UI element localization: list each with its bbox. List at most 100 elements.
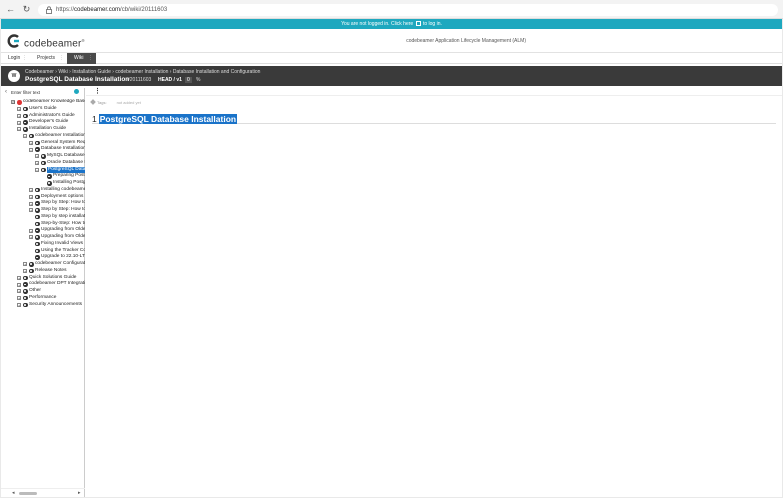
- tree-item[interactable]: − Database Installation and Configuration: [1, 146, 85, 153]
- codebeamer-logo-icon[interactable]: [7, 34, 21, 48]
- wiki-page-icon: [35, 140, 40, 146]
- tree-toggle-icon[interactable]: ⊟: [11, 100, 15, 105]
- tab-wiki[interactable]: Wiki ⋮: [67, 53, 96, 64]
- tree-toggle-icon[interactable]: −: [17, 127, 21, 132]
- tree-item[interactable]: − Installation Guide: [1, 126, 85, 133]
- tree-toggle-icon[interactable]: +: [29, 208, 33, 213]
- wiki-page-icon: [35, 214, 40, 220]
- tab-menu-icon[interactable]: ⋮: [22, 53, 27, 64]
- tab-projects[interactable]: Projects ⋮: [30, 53, 67, 64]
- tree-item[interactable]: + codebeamer DPT Integration: [1, 281, 85, 288]
- tree-item[interactable]: + Upgrading from Older Releases: [1, 234, 85, 241]
- tree-item[interactable]: + codebeamer Configuration: [1, 261, 85, 268]
- tree-item[interactable]: Step by step installation: [1, 214, 85, 221]
- tags-value[interactable]: not added yet: [117, 100, 141, 105]
- reload-icon[interactable]: ↻: [21, 4, 32, 15]
- tree-item-label[interactable]: Step by step installation: [41, 214, 85, 221]
- tree-item-label[interactable]: MySQL Database Installation: [47, 153, 85, 160]
- tab-login[interactable]: Login ⋮: [1, 53, 30, 64]
- tree-item-label[interactable]: Fixing Invalid Views: [41, 241, 83, 248]
- tree-toggle-icon[interactable]: +: [17, 289, 21, 294]
- tree-item[interactable]: + Release Notes: [1, 268, 85, 275]
- tree-item-label[interactable]: Step by Step: How to install: [41, 200, 85, 207]
- tree-toggle-icon[interactable]: +: [29, 140, 33, 145]
- scroll-left-icon[interactable]: ◂: [12, 490, 15, 496]
- collapse-panel-icon[interactable]: ‹: [5, 88, 7, 96]
- tree-item-label[interactable]: Performance: [29, 295, 56, 302]
- breadcrumb[interactable]: Codebeamer › Wiki › Installation Guide ›…: [25, 69, 260, 75]
- tree-item-label[interactable]: Preparing PostgreSQL: [53, 173, 85, 180]
- tree-toggle-icon[interactable]: −: [29, 147, 33, 152]
- tree-item[interactable]: + Other: [1, 288, 85, 295]
- tree-item-label[interactable]: Upgrade to 22.10-LTS: [41, 254, 85, 261]
- tree-toggle-icon[interactable]: +: [29, 194, 33, 199]
- login-link-icon[interactable]: [415, 21, 421, 26]
- tree-item-label[interactable]: Security Announcements: [29, 302, 82, 309]
- tree-item-label[interactable]: codebeamer Knowledge Base: [23, 99, 85, 106]
- tree-item[interactable]: + Security Announcements: [1, 302, 85, 309]
- tree-toggle-icon[interactable]: +: [35, 154, 39, 159]
- tree-toggle-icon[interactable]: +: [29, 201, 33, 206]
- tree-toggle-icon[interactable]: +: [17, 107, 21, 112]
- tree-item[interactable]: + Step by Step: How to upgrade: [1, 207, 85, 214]
- url-text[interactable]: https://codebeamer.com/cb/wiki/20111603: [56, 6, 167, 14]
- tree-item[interactable]: ⊟ codebeamer Knowledge Base: [1, 99, 85, 106]
- tree-toggle-icon[interactable]: +: [17, 296, 21, 301]
- tab-menu-icon[interactable]: ⋮: [59, 53, 64, 64]
- tree-toggle-icon[interactable]: +: [35, 161, 39, 166]
- tree-toggle-icon[interactable]: +: [17, 120, 21, 125]
- tree-item-label[interactable]: Release Notes: [35, 268, 66, 275]
- tree-item[interactable]: Installing PostgreSQL: [1, 180, 85, 187]
- comment-count-badge[interactable]: 0: [185, 77, 192, 83]
- tree-item-label[interactable]: Oracle Database Installation: [47, 160, 85, 167]
- tree-item[interactable]: Upgrade to 22.10-LTS: [1, 254, 85, 261]
- tree-item[interactable]: Fixing Invalid Views: [1, 241, 85, 248]
- tree-item-label[interactable]: Upgrading from Older Versions: [41, 227, 85, 234]
- permalink-icon[interactable]: %: [196, 77, 200, 83]
- tree-item-label[interactable]: codebeamer Configuration: [35, 261, 85, 268]
- horizontal-scrollbar[interactable]: ◂ ▸: [1, 488, 85, 496]
- tree-item-label[interactable]: Step by Step: How to upgrade: [41, 207, 85, 214]
- tree-item-label[interactable]: Upgrading from Older Releases: [41, 234, 85, 241]
- tree-item[interactable]: + MySQL Database Installation: [1, 153, 85, 160]
- tree-item-label[interactable]: Installing PostgreSQL: [53, 180, 85, 187]
- tree-item[interactable]: + Upgrading from Older Versions: [1, 227, 85, 234]
- version-badge[interactable]: HEAD / v1: [158, 77, 182, 83]
- tree-toggle-icon[interactable]: +: [17, 275, 21, 280]
- tree-toggle-icon[interactable]: +: [29, 188, 33, 193]
- scrollbar-thumb[interactable]: [19, 492, 37, 495]
- back-arrow-icon[interactable]: ←: [5, 4, 16, 15]
- tree-item-label[interactable]: Developer's Guide: [29, 119, 68, 126]
- tree-toggle-icon[interactable]: +: [17, 113, 21, 118]
- tree-toggle-icon[interactable]: +: [17, 282, 21, 287]
- wiki-page-icon: [23, 106, 28, 112]
- tree-item-label[interactable]: User's Guide: [29, 106, 57, 113]
- tree-item[interactable]: + Performance: [1, 295, 85, 302]
- clear-filter-icon[interactable]: [74, 89, 79, 94]
- tree-item[interactable]: − codebeamer Installation: [1, 133, 85, 140]
- tree-item-label[interactable]: codebeamer Installation: [35, 133, 85, 140]
- tree-item[interactable]: Preparing PostgreSQL: [1, 173, 85, 180]
- tree-filter-input[interactable]: [11, 88, 69, 96]
- more-options-icon[interactable]: ⋮: [94, 88, 101, 96]
- tree-toggle-icon[interactable]: +: [23, 262, 27, 267]
- tree-item[interactable]: + Installing codebeamer: [1, 187, 85, 194]
- tree-item-label[interactable]: Installing codebeamer: [41, 187, 85, 194]
- tree-item-label[interactable]: Installation Guide: [29, 126, 66, 133]
- tree-toggle-icon[interactable]: −: [23, 134, 27, 139]
- tab-menu-icon[interactable]: ⋮: [88, 53, 93, 64]
- tree-item[interactable]: + Developer's Guide: [1, 119, 85, 126]
- tree-item-label[interactable]: codebeamer DPT Integration: [29, 281, 85, 288]
- tree-item-label[interactable]: Database Installation and Configuration: [41, 146, 85, 153]
- tree-toggle-icon[interactable]: +: [29, 235, 33, 240]
- address-bar[interactable]: https://codebeamer.com/cb/wiki/20111603: [38, 4, 778, 16]
- scroll-right-icon[interactable]: ▸: [78, 490, 81, 496]
- tree-toggle-icon[interactable]: +: [23, 269, 27, 274]
- tree-toggle-icon[interactable]: +: [29, 228, 33, 233]
- tree-item[interactable]: + Oracle Database Installation: [1, 160, 85, 167]
- tree-item[interactable]: + User's Guide: [1, 106, 85, 113]
- tree-item-label[interactable]: Other: [29, 288, 41, 295]
- tree-toggle-icon[interactable]: −: [35, 167, 39, 172]
- tree-item[interactable]: + Step by Step: How to install: [1, 200, 85, 207]
- tree-toggle-icon[interactable]: +: [17, 302, 21, 307]
